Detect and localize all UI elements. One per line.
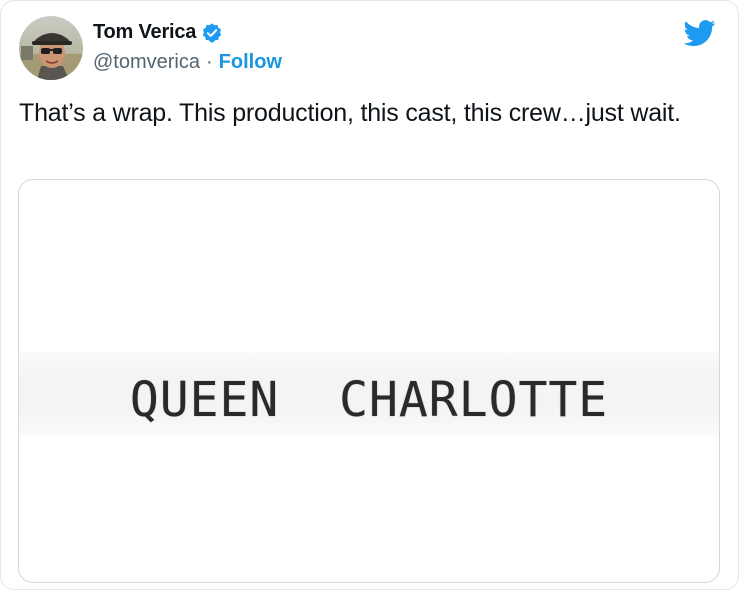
tweet-media-image[interactable]: QUEEN CHARLOTTE	[18, 179, 720, 583]
twitter-bird-icon[interactable]	[683, 17, 716, 49]
separator-dot: ·	[206, 51, 213, 73]
avatar-photo	[19, 16, 83, 80]
author-name[interactable]: Tom Verica	[93, 21, 196, 44]
author-name-row: Tom Verica	[93, 21, 223, 44]
follow-button[interactable]: Follow	[219, 51, 282, 74]
author-avatar[interactable]	[19, 16, 83, 80]
media-title-text: QUEEN CHARLOTTE	[129, 372, 609, 428]
tweet-text: That’s a wrap. This production, this cas…	[19, 99, 681, 127]
tweet-card: Tom Verica @tomverica · Follow That’s a …	[0, 0, 739, 590]
handle-row: @tomverica · Follow	[93, 51, 282, 74]
verified-badge-icon	[201, 22, 223, 44]
author-handle[interactable]: @tomverica	[93, 51, 200, 74]
